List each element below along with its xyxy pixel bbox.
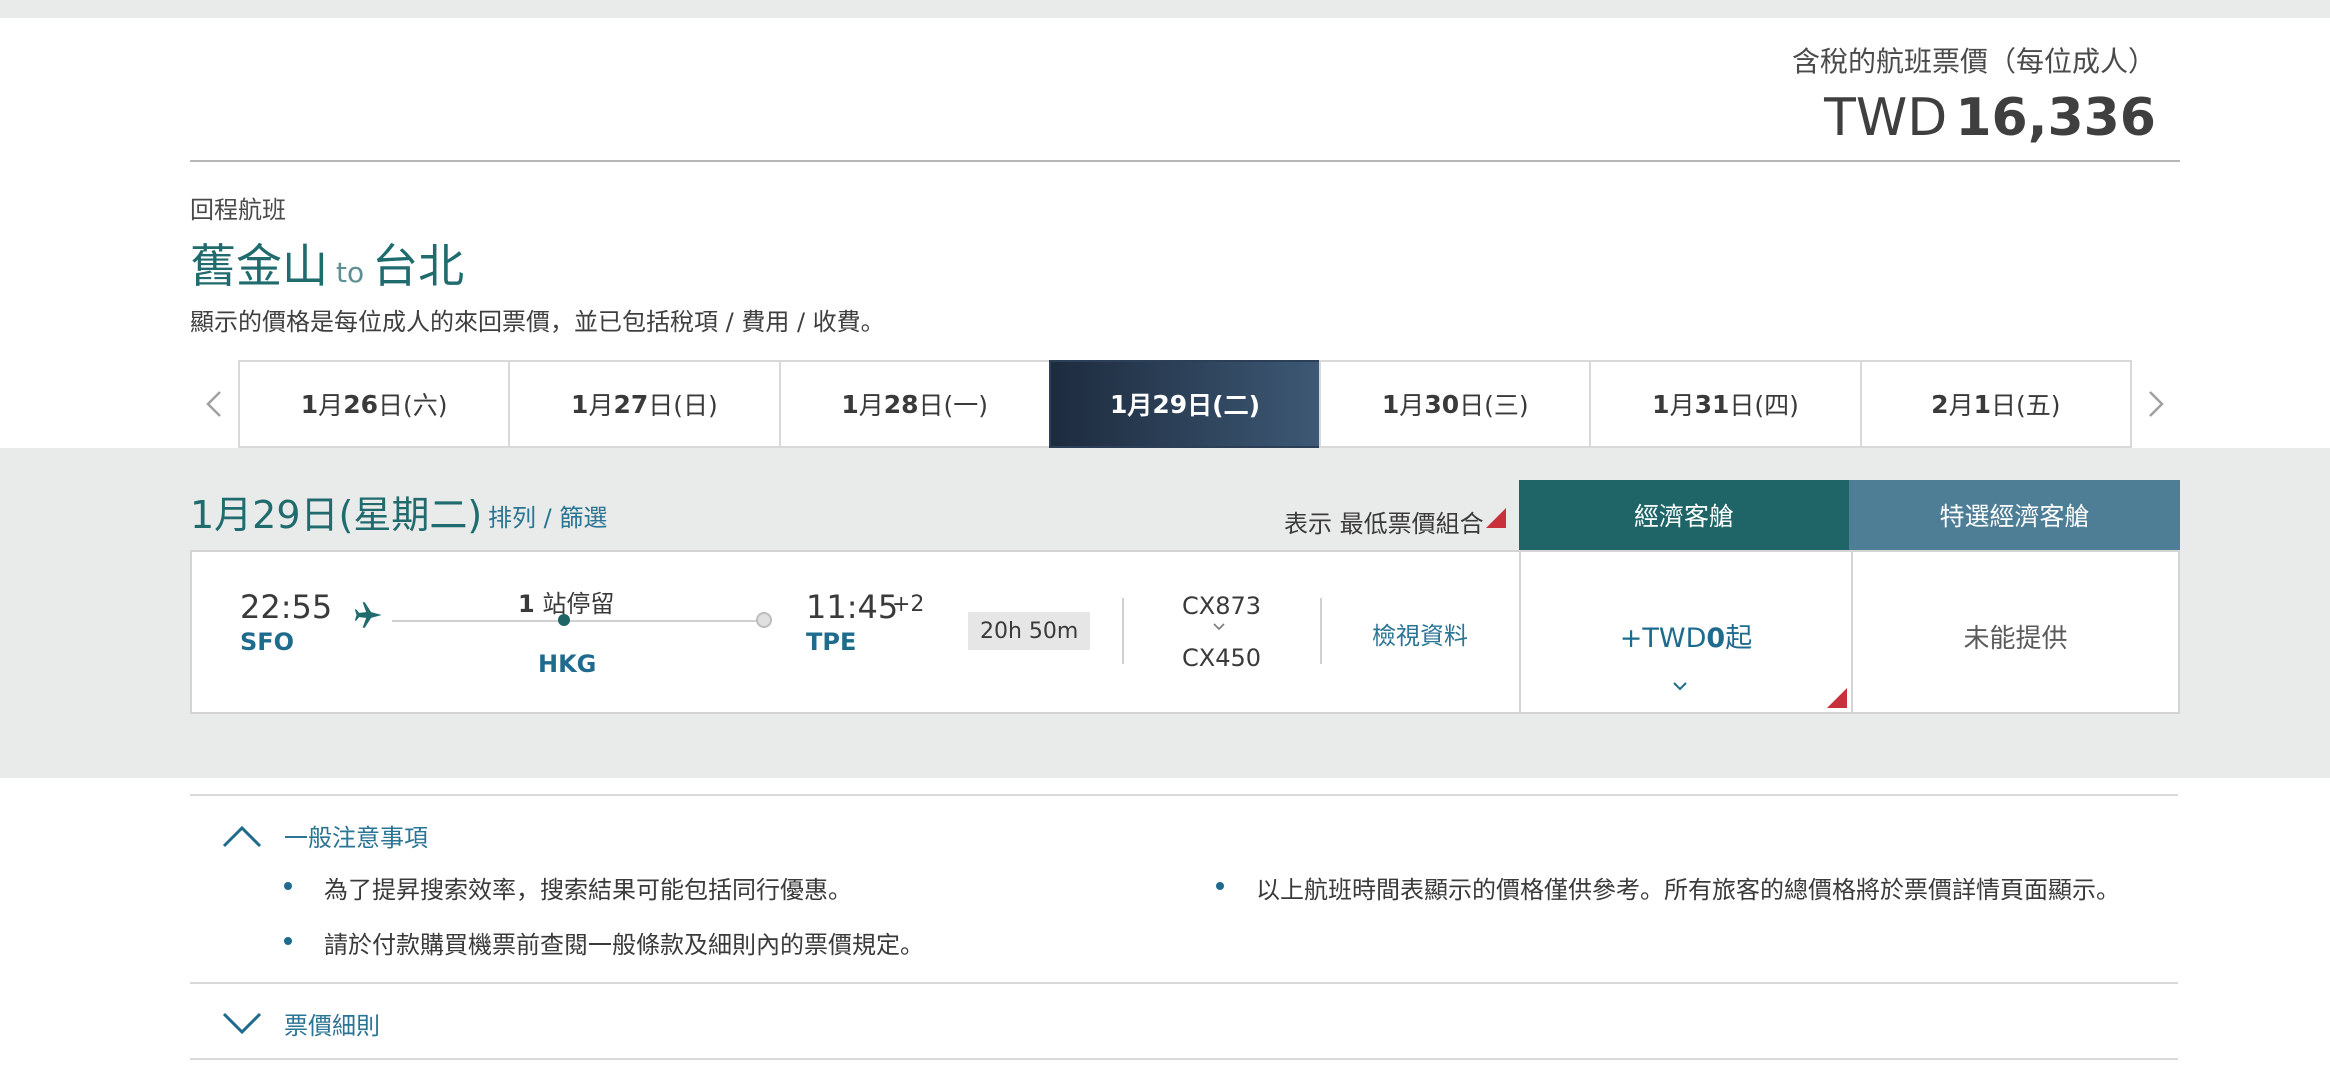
stops-label: 1 站停留 bbox=[518, 590, 615, 618]
divider bbox=[190, 794, 2178, 796]
departure-airport: SFO bbox=[240, 628, 295, 656]
route-title: 舊金山 to 台北 bbox=[190, 230, 464, 296]
divider bbox=[1320, 598, 1322, 664]
divider bbox=[190, 160, 2180, 162]
lowest-fare-legend: 表示 最低票價組合 bbox=[1284, 510, 1484, 538]
economy-fare-cell[interactable]: +TWD0起 bbox=[1519, 552, 1851, 712]
next-date-button[interactable] bbox=[2132, 360, 2180, 448]
plane-icon bbox=[354, 602, 382, 628]
fare-summary: 含稅的航班票價（每位成人） TWD 16,336 bbox=[1792, 40, 2156, 148]
date-tab[interactable]: 1 月 26 日(六) bbox=[238, 360, 509, 448]
lowest-fare-marker-icon bbox=[1486, 508, 1506, 528]
chevron-down-icon[interactable] bbox=[220, 1010, 264, 1038]
date-tabs: 1 月 26 日(六) 1 月 27 日(日) 1 月 28 日(一) 1 月 29 日(二) 1 月 30… bbox=[238, 360, 2132, 448]
route-to: to bbox=[336, 256, 365, 289]
departure-time: 22:55 bbox=[240, 588, 333, 626]
note-item: 請於付款購買機票前查閱一般條款及細則內的票價規定。 bbox=[324, 931, 924, 959]
arrival-day-offset: +2 bbox=[892, 592, 925, 617]
date-tab[interactable]: 1 月 28 日(一) bbox=[778, 360, 1049, 448]
economy-fare-price: +TWD0起 bbox=[1619, 623, 1753, 654]
flight-number-1: CX873 bbox=[1182, 592, 1262, 620]
bullet bbox=[284, 937, 292, 945]
date-tab[interactable]: 1 月 27 日(日) bbox=[508, 360, 779, 448]
stop-airport: HKG bbox=[538, 650, 597, 678]
general-notes-toggle[interactable]: 一般注意事項 bbox=[284, 818, 428, 853]
date-tab[interactable]: 1 月 31 日(四) bbox=[1589, 360, 1860, 448]
view-details-link[interactable]: 檢視資料 bbox=[1372, 616, 1468, 651]
divider bbox=[190, 982, 2178, 984]
bullet bbox=[1216, 882, 1224, 890]
lowest-fare-marker-icon bbox=[1827, 688, 1847, 708]
price-note: 顯示的價格是每位成人的來回票價，並已包括稅項 / 費用 / 收費。 bbox=[190, 308, 885, 336]
chevron-down-icon bbox=[1673, 682, 1687, 691]
cabin-economy-header[interactable]: 經濟客艙 bbox=[1519, 480, 1849, 550]
fare-rules-toggle[interactable]: 票價細則 bbox=[284, 1006, 380, 1041]
date-tab[interactable]: 2 月 1 日(五) bbox=[1859, 360, 2132, 448]
date-tab[interactable]: 1 月 30 日(三) bbox=[1319, 360, 1590, 448]
flight-row: 22:55 SFO 1 站停留 HKG 11:45 +2 TPE 20h 50m… bbox=[190, 550, 2180, 714]
chevron-down-icon bbox=[1213, 623, 1225, 631]
note-item: 為了提昇搜索效率，搜索結果可能包括同行優惠。 bbox=[324, 876, 852, 904]
arrival-dot bbox=[756, 612, 772, 628]
chevron-left-icon bbox=[206, 391, 221, 417]
premium-fare-status: 未能提供 bbox=[1963, 624, 2068, 654]
arrival-airport: TPE bbox=[806, 628, 857, 656]
fare-summary-value: TWD 16,336 bbox=[1792, 88, 2156, 148]
sort-filter-link[interactable]: 排列 / 篩選 bbox=[488, 498, 607, 533]
route-destination: 台北 bbox=[372, 239, 465, 293]
chevron-up-icon[interactable] bbox=[220, 822, 264, 850]
route-line bbox=[392, 620, 772, 622]
route-origin: 舊金山 bbox=[190, 239, 328, 293]
fare-amount: 16,336 bbox=[1955, 88, 2156, 148]
bullet bbox=[284, 882, 292, 890]
premium-fare-cell: 未能提供 bbox=[1851, 552, 2178, 712]
results-day-title: 1月29日(星期二) bbox=[190, 493, 483, 537]
date-tab-selected[interactable]: 1 月 29 日(二) bbox=[1048, 360, 1320, 448]
top-strip bbox=[0, 0, 2330, 18]
cabin-premium-header[interactable]: 特選經濟客艙 bbox=[1849, 480, 2180, 550]
note-item: 以上航班時間表顯示的價格僅供參考。所有旅客的總價格將於票價詳情頁面顯示。 bbox=[1256, 876, 2120, 904]
prev-date-button[interactable] bbox=[190, 360, 238, 448]
date-strip: 1 月 26 日(六) 1 月 27 日(日) 1 月 28 日(一) 1 月 29 日(二) 1 月 30… bbox=[190, 360, 2180, 448]
flight-duration: 20h 50m bbox=[968, 612, 1091, 650]
chevron-right-icon bbox=[2149, 391, 2164, 417]
fare-currency: TWD bbox=[1824, 88, 1948, 148]
flight-number-2: CX450 bbox=[1182, 644, 1262, 672]
divider bbox=[190, 1058, 2178, 1060]
divider bbox=[1122, 598, 1124, 664]
section-label: 回程航班 bbox=[190, 196, 286, 224]
fare-summary-label: 含稅的航班票價（每位成人） bbox=[1791, 45, 2156, 78]
arrival-time: 11:45 bbox=[806, 588, 899, 626]
